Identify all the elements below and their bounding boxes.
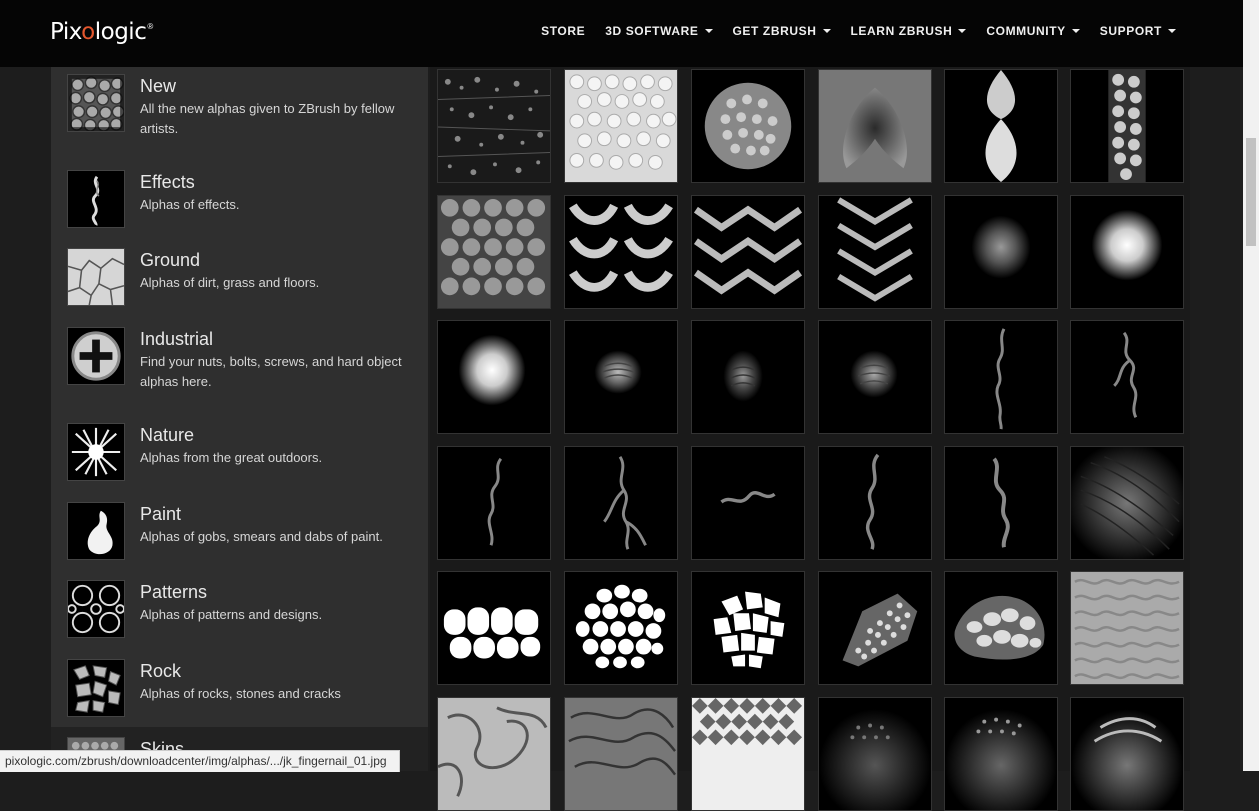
alpha-thumbnail[interactable] — [944, 446, 1058, 560]
category-paint-thumbnail — [67, 502, 125, 560]
alpha-thumbnail[interactable] — [944, 571, 1058, 685]
alpha-thumbnail[interactable] — [564, 69, 678, 183]
alpha-thumbnail-grid — [430, 67, 1190, 811]
alpha-thumbnail[interactable] — [818, 69, 932, 183]
category-title: Industrial — [140, 329, 214, 349]
category-paint[interactable]: Paint Alphas of gobs, smears and dabs of… — [51, 499, 428, 579]
category-description: Alphas of effects. — [140, 197, 240, 212]
category-description: Alphas of dirt, grass and floors. — [140, 275, 320, 290]
alpha-thumbnail[interactable] — [564, 571, 678, 685]
caret-down-icon — [958, 29, 967, 33]
alpha-thumbnail[interactable] — [944, 320, 1058, 434]
category-title: New — [140, 76, 177, 96]
alpha-thumbnail[interactable] — [437, 697, 551, 811]
category-title: Patterns — [140, 582, 208, 602]
alpha-thumbnail[interactable] — [691, 320, 805, 434]
alpha-thumbnail[interactable] — [1070, 697, 1184, 811]
category-description: Alphas of gobs, smears and dabs of paint… — [140, 529, 383, 544]
top-navbar: Pixologic ® STORE 3D SOFTWARE GET ZBRUSH… — [0, 0, 1243, 67]
category-industrial[interactable]: Industrial Find your nuts, bolts, screws… — [51, 323, 428, 419]
alpha-thumbnail[interactable] — [1070, 320, 1184, 434]
category-effects-thumbnail — [67, 170, 125, 228]
alpha-thumbnail[interactable] — [1070, 69, 1184, 183]
category-description: Alphas of rocks, stones and cracks — [140, 686, 341, 701]
alpha-thumbnail[interactable] — [691, 446, 805, 560]
alpha-thumbnail[interactable] — [564, 446, 678, 560]
alpha-thumbnail[interactable] — [818, 697, 932, 811]
alpha-thumbnail[interactable] — [437, 320, 551, 434]
alpha-thumbnail[interactable] — [437, 69, 551, 183]
category-industrial-thumbnail — [67, 327, 125, 385]
alpha-thumbnail[interactable] — [437, 195, 551, 309]
category-nature[interactable]: Nature Alphas from the great outdoors. — [51, 419, 428, 499]
category-rock[interactable]: Rock Alphas of rocks, stones and cracks — [51, 657, 428, 727]
category-description: All the new alphas given to ZBrush by fe… — [140, 101, 395, 136]
category-ground[interactable]: Ground Alphas of dirt, grass and floors. — [51, 243, 428, 323]
pixologic-logo[interactable]: Pixologic ® — [50, 15, 153, 49]
trademark-symbol: ® — [147, 21, 154, 31]
nav-support[interactable]: SUPPORT — [1100, 24, 1176, 38]
main-nav: STORE 3D SOFTWARE GET ZBRUSH LEARN ZBRUS… — [521, 0, 1176, 62]
category-ground-thumbnail — [67, 248, 125, 306]
category-patterns-thumbnail — [67, 580, 125, 638]
alpha-thumbnail[interactable] — [691, 571, 805, 685]
alpha-thumbnail[interactable] — [1070, 571, 1184, 685]
nav-3d-software[interactable]: 3D SOFTWARE — [605, 24, 713, 38]
category-title: Ground — [140, 250, 201, 270]
alpha-thumbnail[interactable] — [437, 446, 551, 560]
category-description: Alphas of patterns and designs. — [140, 607, 323, 622]
logo-wordmark: Pixologic — [50, 19, 147, 45]
caret-down-icon — [1071, 29, 1080, 33]
category-title: Rock — [140, 661, 182, 681]
alpha-thumbnail[interactable] — [818, 320, 932, 434]
category-title: Nature — [140, 425, 195, 445]
caret-down-icon — [1168, 29, 1176, 33]
alpha-thumbnail[interactable] — [437, 571, 551, 685]
nav-store[interactable]: STORE — [541, 24, 585, 38]
category-title: Effects — [140, 172, 195, 192]
category-description: Alphas from the great outdoors. — [140, 450, 323, 465]
category-sidebar: New All the new alphas given to ZBrush b… — [51, 67, 428, 771]
category-new-thumbnail — [67, 74, 125, 132]
alpha-thumbnail[interactable] — [564, 320, 678, 434]
alpha-thumbnail[interactable] — [818, 446, 932, 560]
alpha-thumbnail[interactable] — [1070, 195, 1184, 309]
alpha-thumbnail[interactable] — [564, 195, 678, 309]
alpha-thumbnail[interactable] — [818, 571, 932, 685]
category-effects[interactable]: Effects Alphas of effects. — [51, 163, 428, 243]
caret-down-icon — [822, 29, 831, 33]
alpha-thumbnail[interactable] — [691, 69, 805, 183]
page-scrollbar[interactable] — [1243, 0, 1259, 771]
alpha-thumbnail[interactable] — [944, 697, 1058, 811]
alpha-thumbnail[interactable] — [691, 697, 805, 811]
alpha-thumbnail[interactable] — [1070, 446, 1184, 560]
nav-community[interactable]: COMMUNITY — [986, 24, 1080, 38]
category-rock-thumbnail — [67, 659, 125, 717]
caret-down-icon — [704, 29, 713, 33]
category-description: Find your nuts, bolts, screws, and hard … — [140, 354, 402, 389]
category-title: Paint — [140, 504, 182, 524]
nav-get-zbrush[interactable]: GET ZBRUSH — [733, 24, 831, 38]
category-nature-thumbnail — [67, 423, 125, 481]
alpha-thumbnail[interactable] — [818, 195, 932, 309]
link-status-bar: pixologic.com/zbrush/downloadcenter/img/… — [0, 750, 400, 772]
alpha-thumbnail[interactable] — [944, 195, 1058, 309]
scrollbar-thumb[interactable] — [1246, 138, 1256, 246]
category-patterns[interactable]: Patterns Alphas of patterns and designs. — [51, 579, 428, 657]
nav-learn-zbrush[interactable]: LEARN ZBRUSH — [851, 24, 967, 38]
alpha-thumbnail[interactable] — [944, 69, 1058, 183]
alpha-thumbnail[interactable] — [564, 697, 678, 811]
alpha-thumbnail[interactable] — [691, 195, 805, 309]
category-new[interactable]: New All the new alphas given to ZBrush b… — [51, 67, 428, 163]
